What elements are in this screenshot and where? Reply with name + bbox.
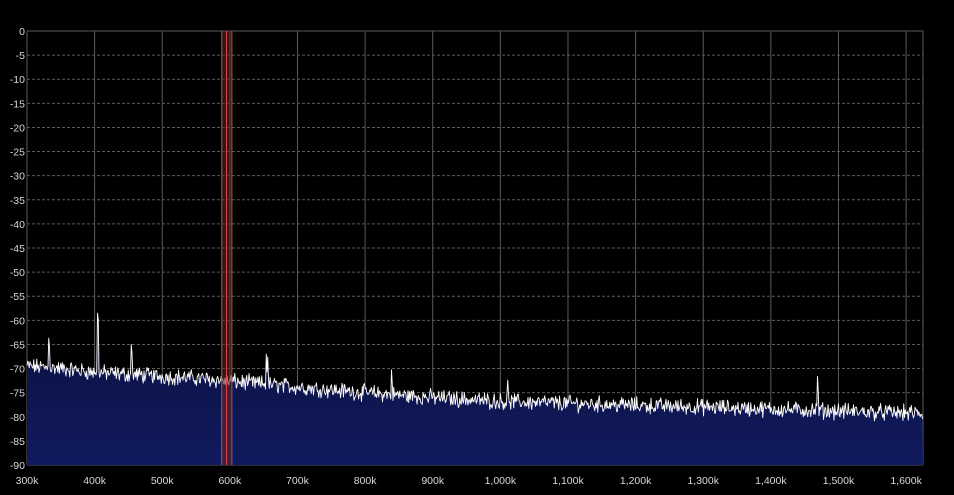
y-tick-label: -30 [10, 171, 25, 183]
y-tick-label: -80 [10, 412, 25, 424]
y-tick-label: -45 [10, 243, 25, 255]
x-tick-label: 400k [83, 475, 107, 487]
y-tick-label: 0 [19, 26, 25, 38]
y-tick-label: -75 [10, 388, 25, 400]
spectrum-view[interactable]: 0 -5 -10 -15 -20 -25 -30 -35 -40 -45 -50 -55 -60 -65 -… [0, 0, 954, 495]
x-tick-label: 500k [151, 475, 175, 487]
y-tick-label: -70 [10, 364, 25, 376]
y-tick-label: -85 [10, 436, 25, 448]
spectrum-chart[interactable]: 0 -5 -10 -15 -20 -25 -30 -35 -40 -45 -50 -55 -60 -65 -… [0, 0, 954, 495]
x-tick-label: 800k [354, 475, 378, 487]
x-tick-label: 1,300k [687, 475, 719, 487]
x-tick-label: 1,600k [890, 475, 922, 487]
y-tick-label: -25 [10, 147, 25, 159]
y-tick-label: -60 [10, 315, 25, 327]
x-tick-label: 1,500k [823, 475, 855, 487]
y-tick-label: -55 [10, 291, 25, 303]
y-tick-label: -65 [10, 339, 25, 351]
x-tick-label: 1,100k [552, 475, 584, 487]
x-tick-label: 1,200k [620, 475, 652, 487]
x-tick-label: 600k [218, 475, 242, 487]
x-tick-label: 300k [16, 475, 40, 487]
y-tick-label: -35 [10, 195, 25, 207]
x-tick-label: 900k [421, 475, 445, 487]
y-tick-label: -90 [10, 460, 25, 472]
x-tick-label: 1,400k [755, 475, 787, 487]
x-tick-label: 1,000k [485, 475, 517, 487]
marker-band-group[interactable] [221, 31, 233, 465]
y-tick-label: -15 [10, 98, 25, 110]
y-tick-label: -5 [16, 50, 25, 62]
y-tick-label: -10 [10, 74, 25, 86]
y-tick-label: -50 [10, 267, 25, 279]
x-tick-label: 700k [286, 475, 310, 487]
y-tick-label: -20 [10, 122, 25, 134]
y-tick-label: -40 [10, 219, 25, 231]
